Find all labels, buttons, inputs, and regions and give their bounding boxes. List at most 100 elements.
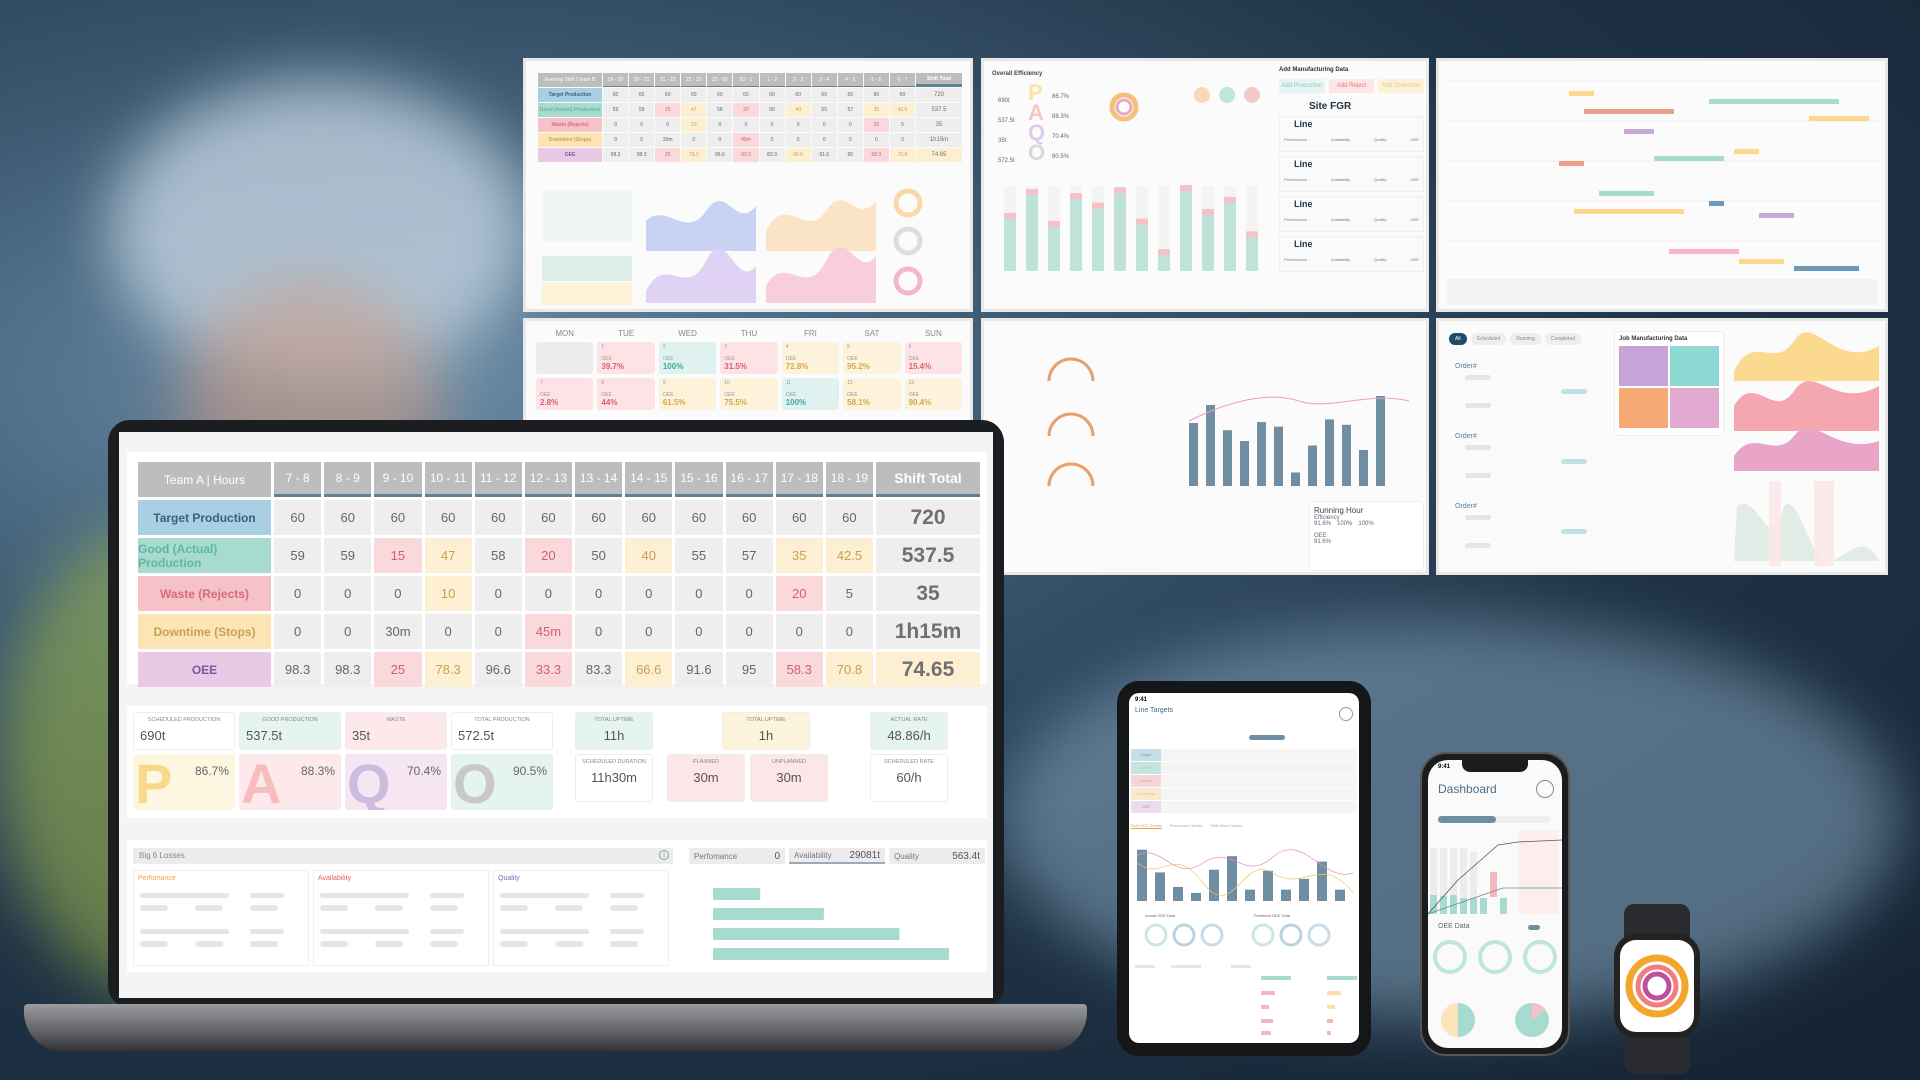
calendar-cell[interactable]: 5 OEE 95.2% bbox=[843, 342, 901, 374]
table-cell[interactable]: 0 bbox=[675, 614, 723, 649]
table-cell[interactable]: 60 bbox=[759, 88, 785, 102]
table-cell[interactable]: 0 bbox=[725, 614, 773, 649]
table-cell[interactable]: 96.6 bbox=[707, 148, 733, 162]
table-cell[interactable]: 0 bbox=[655, 118, 681, 132]
calendar-cell[interactable]: 9 OEE 61.5% bbox=[658, 378, 717, 410]
table-cell[interactable]: 57 bbox=[725, 538, 773, 573]
calendar-cell[interactable]: 8 OEE 44% bbox=[597, 378, 655, 410]
table-cell[interactable]: 98.3 bbox=[324, 652, 372, 687]
calendar-cell[interactable]: 7 OEE 2.8% bbox=[536, 378, 594, 410]
table-cell[interactable]: 58 bbox=[474, 538, 522, 573]
table-cell[interactable]: 95 bbox=[725, 652, 773, 687]
order-tab[interactable]: All bbox=[1449, 333, 1467, 345]
calendar-cell[interactable]: 2 OEE 100% bbox=[658, 342, 717, 374]
table-cell[interactable]: 0 bbox=[603, 118, 629, 132]
table-cell[interactable]: 50 bbox=[575, 538, 623, 573]
table-cell[interactable]: 30m bbox=[374, 614, 422, 649]
calendar-cell[interactable]: 11 OEE 100% bbox=[781, 378, 840, 410]
table-cell[interactable]: 95 bbox=[837, 148, 863, 162]
table-cell[interactable]: 0 bbox=[759, 118, 785, 132]
add-production-button[interactable]: Add Production bbox=[1279, 79, 1325, 93]
table-cell[interactable]: 60 bbox=[374, 500, 422, 535]
table-cell[interactable]: 83.3 bbox=[575, 652, 623, 687]
table-cell[interactable]: 0 bbox=[625, 614, 673, 649]
tablet-tab[interactable]: Shift OEE Details bbox=[1131, 823, 1162, 829]
table-cell[interactable]: 60 bbox=[324, 500, 372, 535]
table-cell[interactable]: 70.8 bbox=[889, 148, 915, 162]
table-cell[interactable]: 98.3 bbox=[603, 148, 629, 162]
add-reject-button[interactable]: Add Reject bbox=[1328, 79, 1375, 93]
table-cell[interactable]: 35 bbox=[863, 103, 889, 117]
table-cell[interactable]: 55 bbox=[675, 538, 723, 573]
table-cell[interactable]: 59 bbox=[603, 103, 629, 117]
add-downtime-button[interactable]: Add Downtime bbox=[1378, 79, 1425, 93]
table-cell[interactable]: 0 bbox=[625, 576, 673, 611]
table-cell[interactable]: 60 bbox=[274, 500, 322, 535]
tablet-toggle[interactable] bbox=[1249, 735, 1285, 740]
table-cell[interactable]: 60 bbox=[603, 88, 629, 102]
table-cell[interactable]: 58 bbox=[707, 103, 733, 117]
table-cell[interactable]: 0 bbox=[374, 576, 422, 611]
table-cell[interactable]: 58.3 bbox=[863, 148, 889, 162]
table-cell[interactable]: 15 bbox=[374, 538, 422, 573]
table-cell[interactable]: 98.3 bbox=[274, 652, 322, 687]
table-cell[interactable]: 60 bbox=[863, 88, 889, 102]
table-cell[interactable]: 57 bbox=[837, 103, 863, 117]
table-cell[interactable]: 60 bbox=[733, 88, 759, 102]
table-cell[interactable]: 55 bbox=[811, 103, 837, 117]
table-cell[interactable]: 0 bbox=[424, 614, 472, 649]
table-cell[interactable]: 0 bbox=[863, 133, 889, 147]
order-tab[interactable]: Running bbox=[1510, 333, 1541, 345]
table-cell[interactable]: 0 bbox=[837, 133, 863, 147]
table-cell[interactable]: 20 bbox=[524, 538, 572, 573]
table-cell[interactable]: 98.3 bbox=[629, 148, 655, 162]
table-cell[interactable]: 10 bbox=[424, 576, 472, 611]
table-cell[interactable]: 20 bbox=[733, 103, 759, 117]
table-cell[interactable]: 45m bbox=[524, 614, 572, 649]
table-cell[interactable]: 25 bbox=[655, 148, 681, 162]
calendar-cell[interactable]: 6 OEE 15.4% bbox=[904, 342, 962, 374]
calendar-cell[interactable]: 3 OEE 31.5% bbox=[720, 342, 778, 374]
tablet-tab[interactable]: Production Details bbox=[1170, 823, 1202, 829]
table-cell[interactable]: 0 bbox=[324, 576, 372, 611]
table-cell[interactable]: 0 bbox=[474, 614, 522, 649]
table-cell[interactable]: 60 bbox=[725, 500, 773, 535]
table-cell[interactable]: 60 bbox=[889, 88, 915, 102]
table-cell[interactable]: 33.3 bbox=[733, 148, 759, 162]
table-cell[interactable]: 91.6 bbox=[811, 148, 837, 162]
table-cell[interactable]: 33.3 bbox=[524, 652, 572, 687]
order-tab[interactable]: Completed bbox=[1544, 333, 1582, 345]
table-cell[interactable]: 60 bbox=[837, 88, 863, 102]
line-card[interactable]: Line Performance Availability Quality OEE bbox=[1279, 156, 1424, 192]
order-card[interactable]: Order# bbox=[1451, 429, 1601, 493]
table-cell[interactable]: 47 bbox=[681, 103, 707, 117]
table-cell[interactable]: 60 bbox=[785, 88, 811, 102]
calendar-cell[interactable]: 12 OEE 58.1% bbox=[843, 378, 901, 410]
table-cell[interactable]: 35 bbox=[775, 538, 823, 573]
table-cell[interactable]: 20 bbox=[775, 576, 823, 611]
table-cell[interactable]: 0 bbox=[707, 118, 733, 132]
table-cell[interactable]: 0 bbox=[575, 576, 623, 611]
table-cell[interactable]: 96.6 bbox=[474, 652, 522, 687]
table-cell[interactable]: 60 bbox=[681, 88, 707, 102]
table-cell[interactable]: 5 bbox=[825, 576, 873, 611]
table-cell[interactable]: 15 bbox=[655, 103, 681, 117]
table-cell[interactable]: 66.6 bbox=[785, 148, 811, 162]
table-cell[interactable]: 10 bbox=[681, 118, 707, 132]
table-cell[interactable]: 0 bbox=[524, 576, 572, 611]
table-cell[interactable]: 0 bbox=[474, 576, 522, 611]
table-cell[interactable]: 60 bbox=[629, 88, 655, 102]
table-cell[interactable]: 0 bbox=[759, 133, 785, 147]
calendar-cell[interactable]: 13 OEE 90.4% bbox=[904, 378, 962, 410]
table-cell[interactable]: 0 bbox=[785, 118, 811, 132]
table-cell[interactable]: 25 bbox=[374, 652, 422, 687]
table-cell[interactable]: 0 bbox=[825, 614, 873, 649]
table-cell[interactable]: 60 bbox=[707, 88, 733, 102]
table-cell[interactable]: 83.3 bbox=[759, 148, 785, 162]
table-cell[interactable]: 42.5 bbox=[889, 103, 915, 117]
order-card[interactable]: Order# bbox=[1451, 359, 1601, 423]
table-cell[interactable]: 78.3 bbox=[681, 148, 707, 162]
table-cell[interactable]: 60 bbox=[524, 500, 572, 535]
table-cell[interactable]: 0 bbox=[785, 133, 811, 147]
table-cell[interactable]: 50 bbox=[759, 103, 785, 117]
